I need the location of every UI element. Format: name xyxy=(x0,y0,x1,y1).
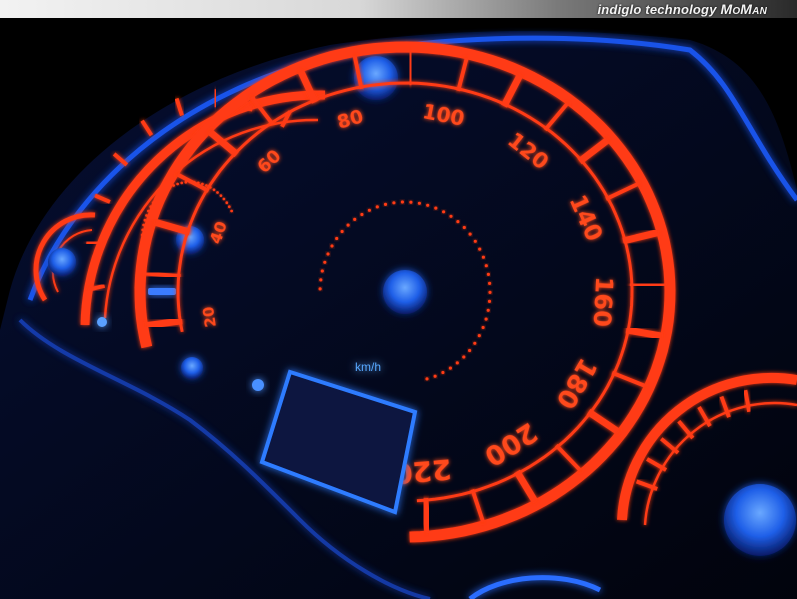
speedometer-dot xyxy=(353,217,357,221)
speedometer-dot xyxy=(326,252,330,256)
speedometer-dot xyxy=(434,206,438,210)
speedometer-dot xyxy=(484,264,488,268)
tachometer-dot xyxy=(212,188,216,192)
brand-line: indiglo technology xyxy=(597,2,717,17)
speedometer-tick xyxy=(144,271,181,279)
speedometer-dot xyxy=(488,281,492,285)
small-left-gauge-hub xyxy=(48,248,76,276)
speedometer-dot xyxy=(481,255,485,259)
speedometer-dot xyxy=(455,361,459,365)
right-gauge-hub xyxy=(724,484,796,556)
brand-text: indiglo technology MoMan xyxy=(597,1,767,17)
speedometer-dot xyxy=(320,269,324,273)
tachometer-dot xyxy=(227,205,231,209)
tachometer-knob xyxy=(181,357,203,379)
tachometer-dot xyxy=(216,191,219,194)
speedometer-dot xyxy=(330,244,334,248)
tachometer-dot xyxy=(222,197,226,201)
speedometer-tick xyxy=(406,50,415,86)
tachometer-dot xyxy=(219,194,223,198)
speedometer-dot xyxy=(425,377,429,381)
cluster-plate xyxy=(0,30,797,599)
speedometer-dot xyxy=(375,205,379,209)
speedometer-dot xyxy=(318,287,322,291)
header-bar: indiglo technology MoMan xyxy=(0,0,797,18)
speedometer-dot xyxy=(487,299,492,303)
speedometer-lamp xyxy=(252,379,264,391)
speedometer-dot xyxy=(486,272,490,276)
tachometer-tick xyxy=(212,89,218,108)
speedometer-dot xyxy=(478,247,482,251)
speedometer-dot xyxy=(340,229,344,234)
speedometer-dot xyxy=(323,260,327,264)
speedometer-dot xyxy=(462,225,466,230)
brand-name: MoMan xyxy=(720,1,767,17)
speedometer-dot xyxy=(449,214,453,218)
tachometer-dot xyxy=(176,182,180,186)
speedometer-dot xyxy=(484,317,488,321)
speedometer-dot xyxy=(441,370,445,375)
speedometer-tick xyxy=(146,317,183,330)
speedometer-dot xyxy=(473,341,477,345)
speedometer-dot xyxy=(360,212,364,217)
speedometer-dot xyxy=(400,200,404,204)
speedometer-label: 160 xyxy=(587,276,618,328)
speedometer-dot xyxy=(346,223,350,227)
speedometer-dot xyxy=(456,220,460,224)
speedometer-tick xyxy=(629,282,666,288)
speedometer-dot xyxy=(433,374,437,378)
speedometer-dot xyxy=(392,201,396,205)
speedometer-dot xyxy=(477,334,481,338)
speedometer-dot xyxy=(367,208,371,212)
tachometer-indicator xyxy=(148,288,176,295)
speedometer-dot xyxy=(319,278,323,282)
speedometer-dot xyxy=(473,239,477,243)
speedometer-dot xyxy=(488,290,492,294)
speedometer-dot xyxy=(486,308,490,312)
tachometer-tick xyxy=(86,239,103,246)
speedometer-dot xyxy=(468,348,472,353)
speedometer-unit: km/h xyxy=(355,360,381,374)
speedometer-dot xyxy=(335,236,339,241)
speedometer-label: 20 xyxy=(199,305,220,328)
speedometer-dot xyxy=(383,202,388,206)
tachometer-lamp xyxy=(97,317,107,327)
dashboard-photo: indiglo technology MoMan 20 40 60 80 100… xyxy=(0,0,797,599)
speedometer-dot xyxy=(409,200,413,204)
speedometer-dot xyxy=(468,232,472,236)
speedometer-dot xyxy=(417,201,421,205)
instrument-cluster: 20406080 100120140160180200220 km/h xyxy=(0,30,797,599)
speedometer-dot xyxy=(426,203,430,207)
speedometer-dot xyxy=(481,325,485,330)
tachometer-dot xyxy=(180,181,184,185)
tachometer-dot xyxy=(225,201,229,205)
speedometer-tick xyxy=(421,497,432,533)
speedometer-dot xyxy=(462,355,466,359)
speedometer-hub xyxy=(383,270,427,314)
tachometer-dot xyxy=(230,209,234,213)
speedometer-dot xyxy=(442,210,446,214)
speedometer-dot xyxy=(448,366,452,370)
